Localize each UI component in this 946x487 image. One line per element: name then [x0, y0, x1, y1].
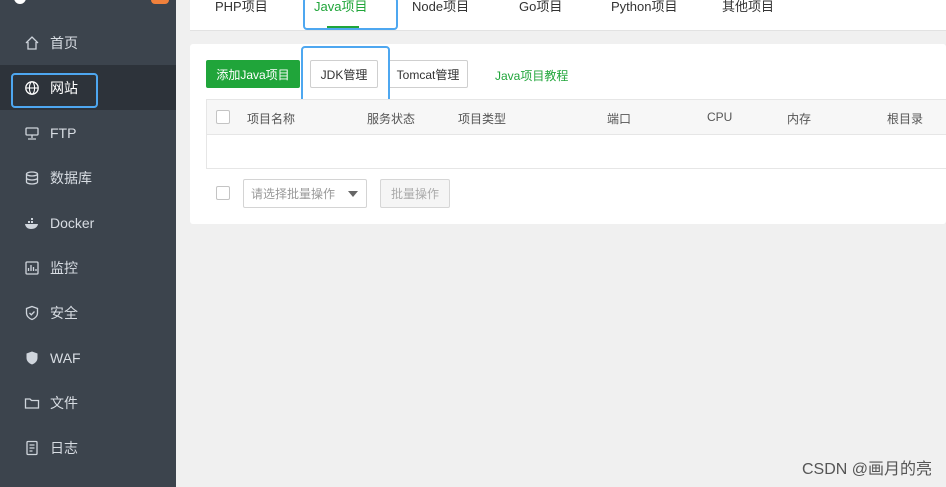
sidebar-item-label: Docker — [50, 214, 95, 231]
column-header-status[interactable]: 服务状态 — [367, 110, 415, 127]
sidebar-item-label: 数据库 — [50, 169, 92, 186]
tab-other[interactable]: 其他项目 — [722, 0, 774, 30]
waf-shield-icon — [23, 349, 41, 367]
sidebar-item-label: 监控 — [50, 259, 78, 276]
project-tabs: PHP项目 Java项目 Node项目 Go项目 Python项目 其他项目 — [190, 0, 946, 31]
monitor-icon — [23, 259, 41, 277]
home-icon — [23, 34, 41, 52]
folder-icon — [23, 394, 41, 412]
jdk-manage-button[interactable]: JDK管理 — [310, 60, 378, 88]
tab-python[interactable]: Python项目 — [611, 0, 677, 30]
column-header-root-dir[interactable]: 根目录 — [887, 110, 923, 127]
column-header-type[interactable]: 项目类型 — [458, 110, 506, 127]
globe-icon — [23, 79, 41, 97]
sidebar-item-security[interactable]: 安全 — [0, 290, 176, 335]
column-header-cpu[interactable]: CPU — [707, 110, 732, 124]
shield-icon — [23, 304, 41, 322]
sidebar-item-docker[interactable]: Docker — [0, 200, 176, 245]
column-header-name[interactable]: 项目名称 — [247, 110, 295, 127]
java-tutorial-link[interactable]: Java项目教程 — [495, 67, 568, 84]
sidebar-item-files[interactable]: 文件 — [0, 380, 176, 425]
column-header-port[interactable]: 端口 — [607, 110, 631, 127]
sidebar-item-home[interactable]: 首页 — [0, 20, 176, 65]
sidebar-item-logs[interactable]: 日志 — [0, 425, 176, 470]
sidebar-item-database[interactable]: 数据库 — [0, 155, 176, 200]
batch-select-placeholder: 请选择批量操作 — [251, 187, 336, 201]
sidebar-item-waf[interactable]: WAF — [0, 335, 176, 380]
sidebar-item-label: 网站 — [50, 79, 78, 96]
main-panel: 添加Java项目 JDK管理 Tomcat管理 Java项目教程 项目名称 服务… — [190, 44, 946, 224]
sidebar-item-label: WAF — [50, 349, 81, 366]
sidebar-item-label: FTP — [50, 124, 77, 141]
docker-icon — [23, 214, 41, 232]
select-all-checkbox[interactable] — [216, 110, 230, 124]
tab-php[interactable]: PHP项目 — [215, 0, 268, 30]
column-header-memory[interactable]: 内存 — [787, 110, 811, 127]
watermark-text: CSDN @画月的亮 — [801, 461, 932, 478]
ftp-icon — [23, 124, 41, 142]
caret-down-icon — [348, 191, 358, 197]
log-icon — [23, 439, 41, 457]
sidebar-item-label: 首页 — [50, 34, 78, 51]
project-table: 项目名称 服务状态 项目类型 端口 CPU 内存 根目录 — [206, 99, 946, 169]
add-java-project-button[interactable]: 添加Java项目 — [206, 60, 300, 88]
sidebar-item-website[interactable]: 网站 — [0, 65, 176, 110]
sidebar-item-ftp[interactable]: FTP — [0, 110, 176, 155]
table-header: 项目名称 服务状态 项目类型 端口 CPU 内存 根目录 — [207, 100, 946, 135]
notification-badge — [151, 0, 169, 4]
logo — [14, 0, 26, 4]
sidebar-item-label: 日志 — [50, 439, 78, 456]
sidebar-item-label: 文件 — [50, 394, 78, 411]
database-icon — [23, 169, 41, 187]
tomcat-manage-button[interactable]: Tomcat管理 — [388, 60, 468, 88]
tab-go[interactable]: Go项目 — [519, 0, 562, 30]
active-tab-indicator — [327, 26, 359, 28]
batch-select-checkbox[interactable] — [216, 186, 230, 200]
sidebar: 首页 网站 FTP 数据库 Docker 监控 安全 WAF 文件 日志 — [0, 0, 176, 487]
batch-operation-select[interactable]: 请选择批量操作 — [243, 179, 367, 208]
sidebar-item-monitor[interactable]: 监控 — [0, 245, 176, 290]
sidebar-item-label: 安全 — [50, 304, 78, 321]
sidebar-menu: 首页 网站 FTP 数据库 Docker 监控 安全 WAF 文件 日志 — [0, 20, 176, 470]
tab-node[interactable]: Node项目 — [412, 0, 469, 30]
batch-operation-button[interactable]: 批量操作 — [380, 179, 450, 208]
